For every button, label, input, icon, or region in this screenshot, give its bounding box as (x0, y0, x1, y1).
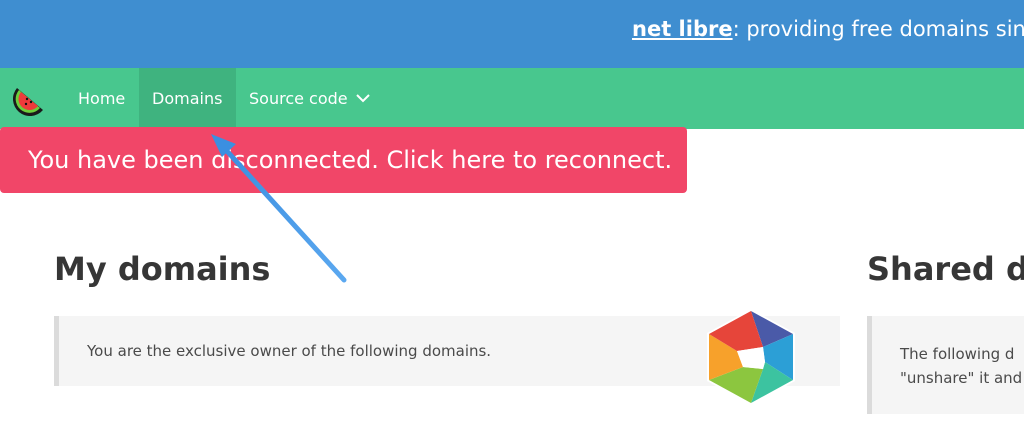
banner-tagline: : providing free domains since 2 (732, 17, 1024, 41)
shared-domains-line-2: "unshare" it and (900, 369, 1023, 387)
nav-item-source-code[interactable]: Source code (236, 68, 383, 129)
chevron-down-icon (355, 94, 370, 103)
nav-item-domains[interactable]: Domains (139, 68, 236, 129)
banner-text: net libre: providing free domains since … (632, 17, 1024, 41)
hexagon-watermark-logo-icon (707, 309, 795, 405)
banner-link-net-libre[interactable]: net libre (632, 17, 733, 41)
nav-item-source-code-label: Source code (249, 89, 348, 108)
shared-domains-title: Shared do (867, 250, 1024, 288)
my-domains-title: My domains (54, 250, 271, 288)
top-banner: net libre: providing free domains since … (0, 0, 1024, 68)
shared-domains-line-1: The following d (900, 345, 1015, 363)
shared-domains-message: The following d "unshare" it and (867, 316, 1024, 414)
disconnected-alert[interactable]: You have been disconnected. Click here t… (0, 127, 687, 193)
navbar: Home Domains Source code (0, 68, 1024, 129)
watermelon-logo-icon[interactable] (13, 80, 49, 116)
nav-item-home[interactable]: Home (65, 68, 138, 129)
